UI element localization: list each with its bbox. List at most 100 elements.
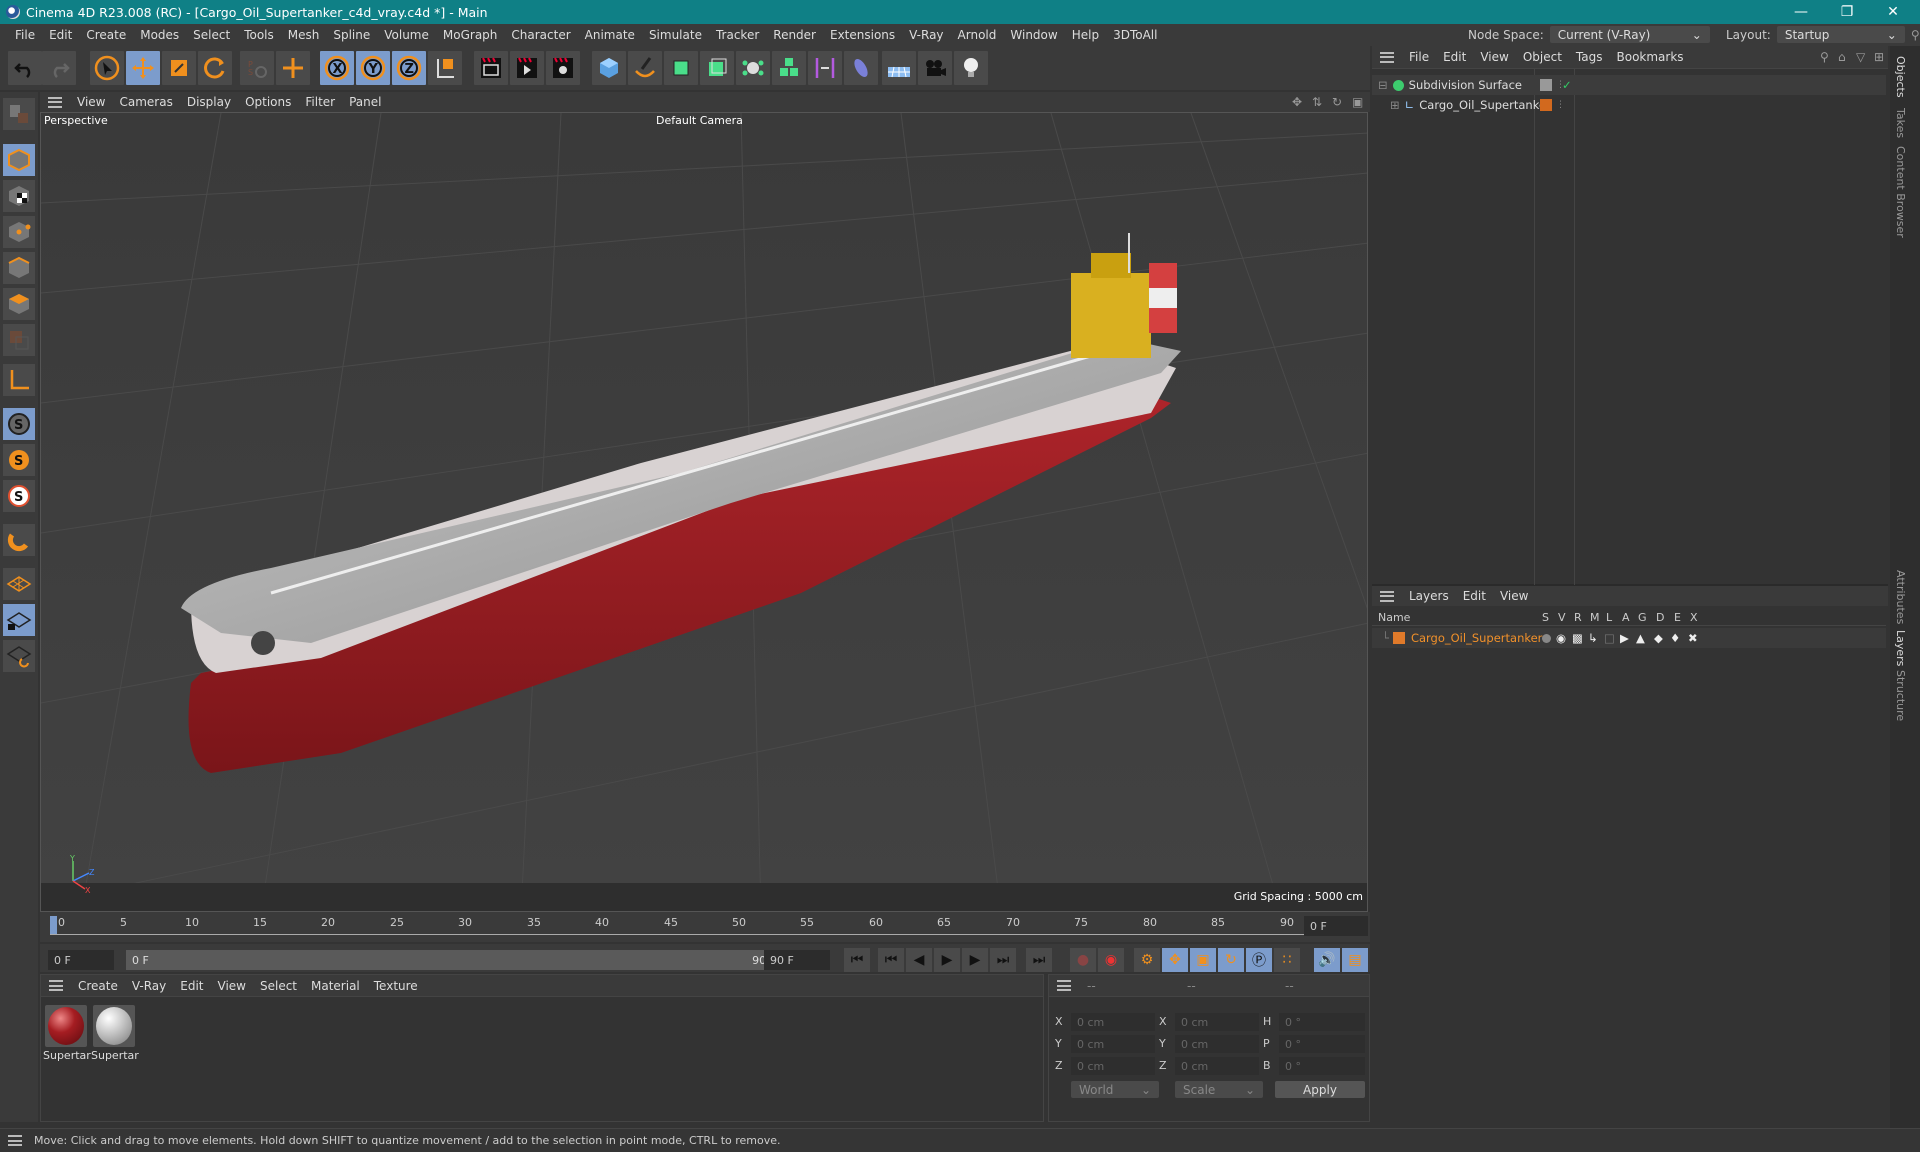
autokey-button[interactable]: ◉: [1098, 948, 1124, 972]
hamburger-menu-icon[interactable]: [1057, 980, 1071, 991]
menu-tracker[interactable]: Tracker: [709, 28, 766, 42]
pen-spline-button[interactable]: [628, 51, 662, 85]
edge-mode-button[interactable]: [3, 252, 35, 284]
camera-label[interactable]: Default Camera: [656, 114, 743, 127]
keyframe-selection-button[interactable]: ⚙: [1134, 948, 1160, 972]
pos-y-field[interactable]: 0 cm: [1071, 1035, 1155, 1053]
previous-key-button[interactable]: ⏮: [878, 948, 904, 972]
current-frame-field[interactable]: 0 F: [1304, 916, 1368, 936]
hamburger-menu-icon[interactable]: [49, 980, 63, 991]
column-render[interactable]: R: [1574, 611, 1582, 624]
menu-3dtoall[interactable]: 3DToAll: [1106, 28, 1164, 42]
objects-menu-bookmarks[interactable]: Bookmarks: [1610, 50, 1691, 64]
close-button[interactable]: ✕: [1870, 0, 1916, 24]
menu-edit[interactable]: Edit: [42, 28, 79, 42]
new-panel-icon[interactable]: ⊞: [1874, 50, 1884, 64]
viewport-menu-filter[interactable]: Filter: [298, 95, 342, 109]
key-position-button[interactable]: ✥: [1162, 948, 1188, 972]
column-deformers[interactable]: D: [1656, 611, 1664, 624]
object-row[interactable]: ⊟ Subdivision Surface ⋮ ✓: [1372, 75, 1886, 95]
hamburger-menu-icon[interactable]: [48, 96, 62, 108]
timeline-film-button[interactable]: ▤: [1342, 948, 1368, 972]
pan-icon[interactable]: ✥: [1292, 95, 1302, 109]
layer-row[interactable]: └ Cargo_Oil_Supertanker ◉ ▩ ↳ □ ▶ ▲ ◆ ♦ …: [1372, 628, 1886, 648]
menu-mesh[interactable]: Mesh: [281, 28, 327, 42]
visible-eye-icon[interactable]: ◉: [1556, 631, 1566, 645]
key-rotation-button[interactable]: ↻: [1218, 948, 1244, 972]
xref-icon[interactable]: ✖: [1688, 631, 1698, 645]
size-z-field[interactable]: 0 cm: [1175, 1057, 1259, 1075]
search-icon[interactable]: ⚲: [1911, 28, 1920, 42]
psr-button[interactable]: PS: [240, 51, 274, 85]
cloner-button[interactable]: [736, 51, 770, 85]
menu-volume[interactable]: Volume: [377, 28, 436, 42]
frame-range-slider[interactable]: 0 F 90 F: [126, 950, 786, 970]
menu-create[interactable]: Create: [79, 28, 133, 42]
key-scale-button[interactable]: ▣: [1190, 948, 1216, 972]
render-view-button[interactable]: [474, 51, 508, 85]
material-menu-vray[interactable]: V-Ray: [125, 979, 173, 993]
deformer-button[interactable]: [808, 51, 842, 85]
floor-button[interactable]: [882, 51, 916, 85]
viewport-menu-view[interactable]: View: [70, 95, 112, 109]
tab-layers[interactable]: Layers: [1894, 630, 1907, 666]
camera-button[interactable]: [918, 51, 952, 85]
menu-extensions[interactable]: Extensions: [823, 28, 902, 42]
size-y-field[interactable]: 0 cm: [1175, 1035, 1259, 1053]
edit-tag-icon[interactable]: [1540, 79, 1552, 91]
material-swatch[interactable]: Supertar: [43, 1005, 91, 1062]
z-axis-lock-button[interactable]: Z: [392, 51, 426, 85]
move-alt-button[interactable]: [276, 51, 310, 85]
menu-help[interactable]: Help: [1065, 28, 1106, 42]
array-button[interactable]: [772, 51, 806, 85]
menu-spline[interactable]: Spline: [326, 28, 377, 42]
uv-mode-button[interactable]: [3, 324, 35, 356]
manager-hierarchy-icon[interactable]: ↳: [1588, 631, 1598, 645]
menu-vray[interactable]: V-Ray: [902, 28, 950, 42]
coordinate-system-button[interactable]: [428, 51, 462, 85]
orbit-icon[interactable]: ↻: [1332, 95, 1342, 109]
material-menu-view[interactable]: View: [211, 979, 253, 993]
key-pla-button[interactable]: ∷: [1274, 948, 1300, 972]
subdivision-surface-button[interactable]: [664, 51, 698, 85]
tab-structure[interactable]: Structure: [1894, 670, 1907, 721]
layout-dropdown[interactable]: Startup ⌄: [1776, 26, 1905, 43]
material-menu-texture[interactable]: Texture: [367, 979, 425, 993]
column-generators[interactable]: G: [1638, 611, 1647, 624]
go-to-end-button[interactable]: ⏭: [1026, 948, 1052, 972]
column-xref[interactable]: X: [1690, 611, 1698, 624]
menu-file[interactable]: File: [8, 28, 42, 42]
next-key-button[interactable]: ⏭: [990, 948, 1016, 972]
objects-menu-tags[interactable]: Tags: [1569, 50, 1610, 64]
expand-icon[interactable]: ⊞: [1390, 98, 1400, 112]
rot-p-field[interactable]: 0 °: [1279, 1035, 1365, 1053]
point-mode-button[interactable]: [3, 216, 35, 248]
y-axis-lock-button[interactable]: Y: [356, 51, 390, 85]
menu-animate[interactable]: Animate: [578, 28, 642, 42]
material-menu-create[interactable]: Create: [71, 979, 125, 993]
go-to-start-button[interactable]: ⏮: [844, 948, 870, 972]
hamburger-menu-icon[interactable]: [1380, 51, 1394, 63]
material-swatch[interactable]: Supertar: [91, 1005, 139, 1062]
3d-viewport[interactable]: Perspective Default Camera Grid Spacing …: [40, 112, 1368, 912]
enabled-check-icon[interactable]: ✓: [1562, 78, 1572, 92]
tab-attributes[interactable]: Attributes: [1894, 570, 1907, 624]
deformer-icon[interactable]: ◆: [1654, 631, 1663, 645]
viewport-menu-options[interactable]: Options: [238, 95, 298, 109]
dolly-icon[interactable]: ⇅: [1312, 95, 1322, 109]
objects-menu-view[interactable]: View: [1473, 50, 1515, 64]
previous-frame-button[interactable]: ◀: [906, 948, 932, 972]
key-parameter-button[interactable]: Ⓟ: [1246, 948, 1272, 972]
menu-select[interactable]: Select: [186, 28, 237, 42]
menu-simulate[interactable]: Simulate: [642, 28, 709, 42]
column-manager[interactable]: M: [1590, 611, 1600, 624]
home-icon[interactable]: ⌂: [1838, 50, 1846, 64]
solo-hierarchy-button[interactable]: S: [3, 480, 35, 512]
viewport-menu-panel[interactable]: Panel: [342, 95, 388, 109]
hamburger-menu-icon[interactable]: [8, 1135, 22, 1146]
column-animation[interactable]: A: [1622, 611, 1630, 624]
pos-z-field[interactable]: 0 cm: [1071, 1057, 1155, 1075]
menu-window[interactable]: Window: [1003, 28, 1064, 42]
end-frame-field[interactable]: 90 F: [764, 950, 830, 970]
timeline-ruler[interactable]: 0 5 10 15 20 25 30 35 40 45 50 55 60 65 …: [40, 912, 1370, 942]
